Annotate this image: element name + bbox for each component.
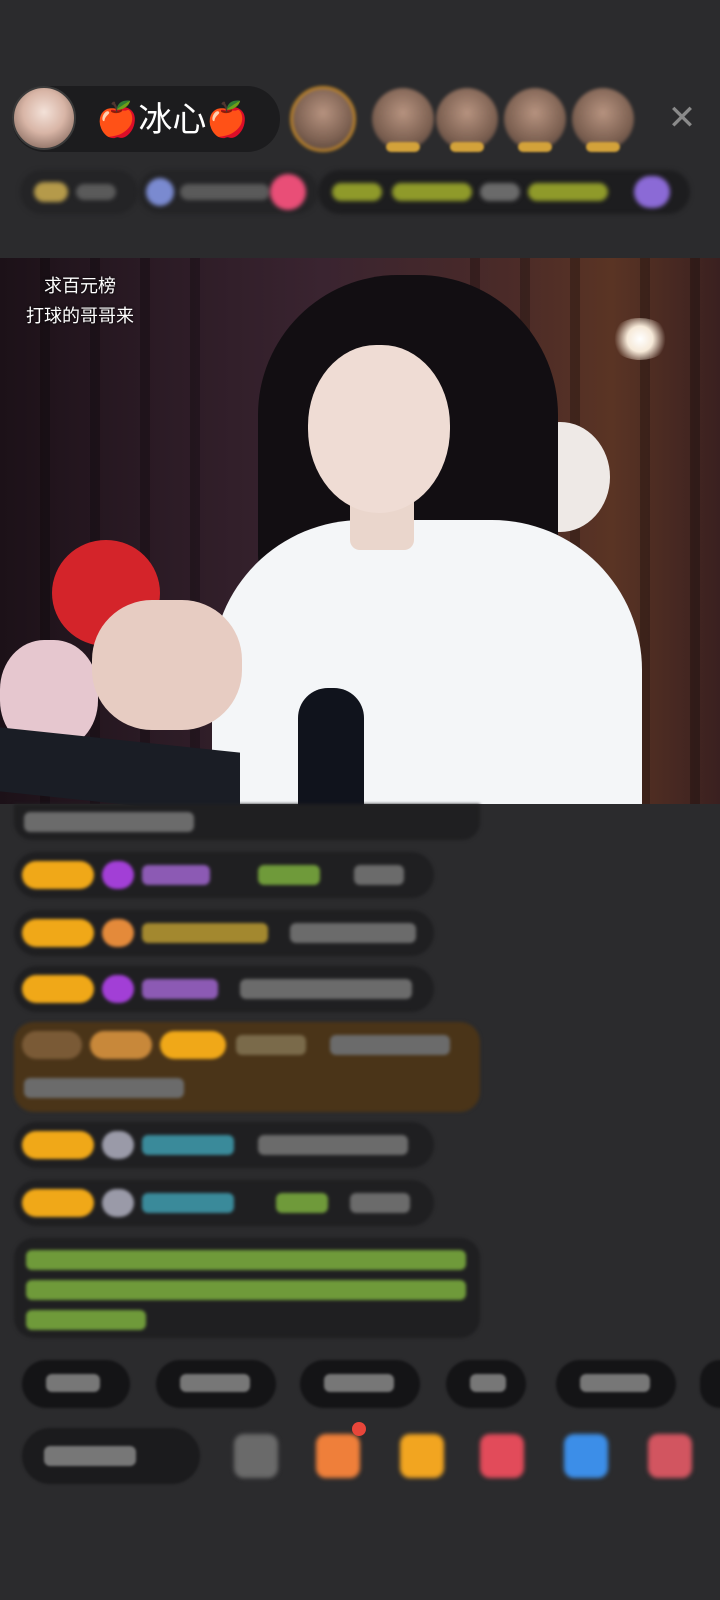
top-viewer-avatar[interactable] — [290, 86, 356, 152]
quick-tab[interactable] — [156, 1360, 276, 1408]
chat-message — [14, 966, 434, 1012]
emoji-icon[interactable] — [234, 1434, 278, 1478]
quick-tab[interactable] — [300, 1360, 420, 1408]
streamer-hand — [92, 600, 242, 730]
notification-dot — [352, 1422, 366, 1436]
streamer-face — [308, 345, 450, 513]
viewer-rank-badge — [386, 142, 420, 152]
microphone — [298, 688, 364, 808]
gift-icon[interactable] — [480, 1434, 524, 1478]
viewer-avatar[interactable] — [372, 88, 434, 150]
chat-highlight-message — [14, 1022, 480, 1112]
caption-line-1: 求百元榜 — [44, 276, 116, 297]
host-avatar[interactable] — [12, 86, 76, 150]
stream-caption: 求百元榜 打球的哥哥来 — [10, 272, 150, 332]
chat-message — [14, 1180, 434, 1226]
quick-tab[interactable] — [446, 1360, 526, 1408]
viewer-avatar[interactable] — [572, 88, 634, 150]
host-name: 🍎冰心🍎 — [96, 100, 249, 140]
chat-message — [14, 910, 434, 956]
viewer-avatar[interactable] — [436, 88, 498, 150]
close-icon[interactable]: ✕ — [662, 98, 702, 138]
viewer-avatar[interactable] — [504, 88, 566, 150]
gift-icon[interactable] — [648, 1434, 692, 1478]
quick-tab[interactable] — [700, 1360, 720, 1408]
room-tags-row — [20, 170, 700, 214]
viewer-rank-badge — [450, 142, 484, 152]
chat-message — [14, 852, 434, 898]
lamp — [610, 318, 670, 360]
quick-tab[interactable] — [556, 1360, 676, 1408]
quick-tab[interactable] — [22, 1360, 130, 1408]
chat-message — [14, 1122, 434, 1168]
caption-line-2: 打球的哥哥来 — [26, 306, 134, 327]
chat-message — [14, 804, 480, 840]
viewer-rank-badge — [586, 142, 620, 152]
viewer-rank-badge — [518, 142, 552, 152]
gift-icon[interactable] — [564, 1434, 608, 1478]
chat-input[interactable] — [22, 1428, 200, 1484]
system-notice — [14, 1238, 480, 1338]
gift-icon[interactable] — [400, 1434, 444, 1478]
streamer-shirt — [212, 520, 642, 804]
gift-icon[interactable] — [316, 1434, 360, 1478]
